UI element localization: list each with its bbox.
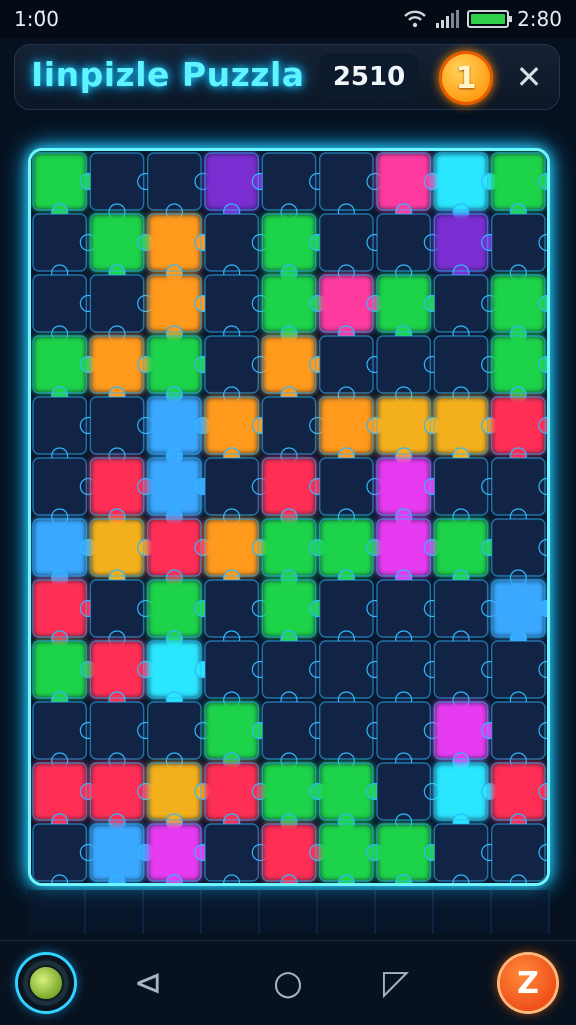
signal-icon (436, 10, 460, 28)
hint-button[interactable]: Z (500, 955, 556, 1011)
back-button[interactable]: ⊲ (120, 955, 176, 1011)
score-display: 2510 (319, 53, 419, 101)
battery-icon (467, 10, 513, 28)
coin-button[interactable]: 1 (439, 51, 493, 105)
puzzle-piece[interactable] (490, 823, 547, 883)
puzzle-piece[interactable] (490, 457, 547, 526)
game-title: Iinpizle Puzzla (31, 55, 305, 94)
puzzle-piece[interactable] (490, 213, 547, 282)
close-button[interactable]: ✕ (511, 59, 547, 95)
bottom-nav: ⊲ ○ ◸ Z (0, 940, 576, 1025)
puzzle-piece[interactable] (32, 823, 97, 883)
status-bar: 1:0̈0 2:80 (0, 0, 576, 38)
puzzle-piece[interactable] (490, 335, 547, 404)
puzzle-piece[interactable] (490, 396, 547, 465)
puzzle-piece[interactable] (376, 823, 441, 883)
puzzle-piece[interactable] (204, 823, 269, 883)
leaf-button[interactable] (18, 955, 74, 1011)
status-icons: 2:80 (403, 7, 562, 31)
puzzle-piece[interactable] (490, 579, 547, 648)
puzzle-board[interactable] (28, 148, 550, 886)
puzzle-piece[interactable] (490, 640, 547, 709)
puzzle-piece[interactable] (490, 518, 547, 587)
leaf-icon (28, 965, 64, 1001)
puzzle-piece[interactable] (433, 823, 499, 883)
puzzle-piece[interactable] (318, 823, 384, 883)
puzzle-piece[interactable] (261, 823, 327, 883)
status-clock: 2:80 (517, 7, 562, 31)
wifi-icon (404, 10, 426, 28)
puzzle-grid[interactable] (31, 151, 547, 883)
puzzle-piece[interactable] (89, 823, 155, 883)
puzzle-piece[interactable] (146, 823, 212, 883)
home-button[interactable]: ○ (260, 955, 316, 1011)
game-header: Iinpizle Puzzla 2510 1 ✕ (14, 44, 560, 110)
status-time: 1:0̈0 (14, 7, 59, 31)
board-underside (28, 890, 550, 934)
puzzle-piece[interactable] (490, 762, 547, 831)
puzzle-piece[interactable] (490, 152, 547, 221)
puzzle-piece[interactable] (490, 274, 547, 343)
puzzle-piece[interactable] (490, 701, 547, 770)
edit-button[interactable]: ◸ (368, 955, 424, 1011)
